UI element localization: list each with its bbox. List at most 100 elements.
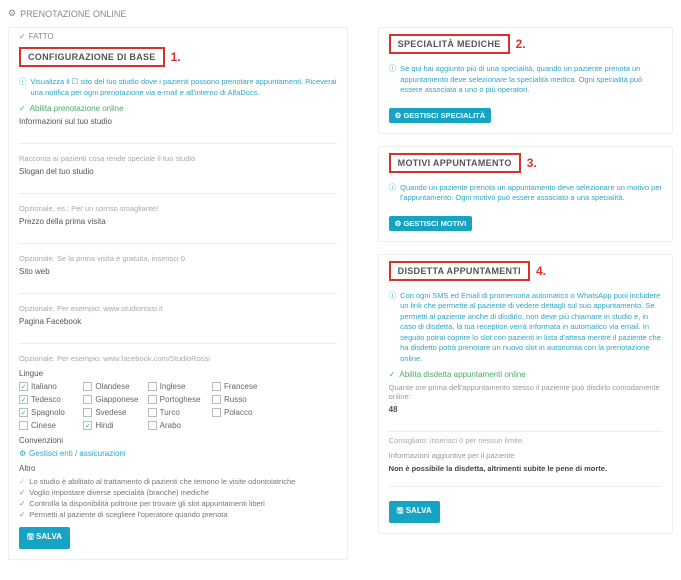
info-icon: ⓘ xyxy=(389,291,397,365)
info-icon: ⓘ xyxy=(19,77,27,98)
lang-label-tr: Turco xyxy=(160,408,180,417)
manage-motivi-button[interactable]: ⚙ GESTISCI MOTIVI xyxy=(389,216,473,231)
checkbox-icon xyxy=(148,421,157,430)
marker-3: 3. xyxy=(527,156,537,170)
enable-disdetta-label: Abilita disdetta appuntamenti online xyxy=(399,370,525,379)
save-button[interactable]: 🖫 SALVA xyxy=(19,527,70,549)
checkbox-icon xyxy=(83,408,92,417)
lang-italiano[interactable]: ✓Italiano xyxy=(19,382,79,391)
lang-tedesco[interactable]: ✓Tedesco xyxy=(19,395,79,404)
lang-label-hi: Hindi xyxy=(95,421,113,430)
disdetta-save-label: SALVA xyxy=(406,506,432,515)
lang-spagnolo[interactable]: ✓Spagnolo xyxy=(19,408,79,417)
spec-info-text: Se qui hai aggiunto più di una specialit… xyxy=(400,64,662,96)
other-item-text: Lo studio è abilitato al trattamento di … xyxy=(29,477,295,486)
info-icon: ⓘ xyxy=(389,183,397,204)
lang-svedese[interactable]: Svedese xyxy=(83,408,143,417)
disdetta-save-button[interactable]: 🖫 SALVA xyxy=(389,501,440,523)
checkbox-icon xyxy=(212,408,221,417)
check-icon: ✓ xyxy=(389,370,396,379)
lang-inglese[interactable]: Inglese xyxy=(148,382,208,391)
check-icon: ✓ xyxy=(19,488,25,497)
lang-label-ja: Giapponese xyxy=(95,395,138,404)
check-icon: ✓ xyxy=(19,510,25,519)
lang-label-sv: Svedese xyxy=(95,408,126,417)
other-item-2[interactable]: ✓ Controlla la disponibilità poltrone per… xyxy=(19,499,337,508)
lang-hindi[interactable]: ✓Hindi xyxy=(83,421,143,430)
disdetta-info: ⓘ Con ogni SMS ed Email di promemoria au… xyxy=(389,291,662,365)
disdetta-title: DISDETTA APPUNTAMENTI xyxy=(389,261,530,281)
hint-opt3: Opzionale. Per esempio: www.studiorossi.… xyxy=(19,304,337,313)
extra-note: Non è possibile la disdetta, altrimenti … xyxy=(389,464,662,473)
check-icon: ✓ xyxy=(19,32,26,41)
extra-field-line xyxy=(389,477,662,487)
enable-disdetta-toggle[interactable]: ✓ Abilita disdetta appuntamenti online xyxy=(389,370,662,379)
disdetta-info-text: Con ogni SMS ed Email di promemoria auto… xyxy=(400,291,662,365)
lang-label-pt: Portoghese xyxy=(160,395,201,404)
studio-info-field[interactable] xyxy=(19,134,337,144)
config-info: ⓘ Visualizza il ☐ sito del tuo studio do… xyxy=(19,77,337,98)
config-info-text: Visualizza il ☐ sito del tuo studio dove… xyxy=(31,77,337,98)
check-icon: ✓ xyxy=(19,477,25,486)
slogan-label: Slogan del tuo studio xyxy=(19,167,337,176)
hours-field-line xyxy=(389,422,662,432)
motivi-title: MOTIVI APPUNTAMENTO xyxy=(389,153,521,173)
other-checklist: ✓ Lo studio è abilitato al trattamento di… xyxy=(19,477,337,519)
lang-cinese[interactable]: Cinese xyxy=(19,421,79,430)
hint-special: Racconta ai pazienti cosa rende speciale… xyxy=(19,154,337,163)
enable-booking-toggle[interactable]: ✓ Abilita prenotazione online xyxy=(19,104,337,113)
checkbox-icon xyxy=(83,395,92,404)
other-item-1[interactable]: ✓Voglio impostare diverse specialità (br… xyxy=(19,488,337,497)
hours-value[interactable]: 48 xyxy=(389,405,662,414)
lang-label-ru: Russo xyxy=(224,395,247,404)
other-item-text: Controlla la disponibilità poltrone per … xyxy=(29,499,265,508)
checkbox-icon: ✓ xyxy=(19,408,28,417)
enable-booking-label: Abilita prenotazione online xyxy=(30,104,124,113)
other-item-0[interactable]: ✓ Lo studio è abilitato al trattamento di… xyxy=(19,477,337,486)
lang-arabo[interactable]: Arabo xyxy=(148,421,208,430)
spec-panel: SPECIALITÀ MEDICHE 2. ⓘ Se qui hai aggiu… xyxy=(378,27,673,134)
website-field[interactable] xyxy=(19,284,337,294)
checkbox-icon xyxy=(19,421,28,430)
marker-1: 1. xyxy=(171,50,181,64)
lang-label-nl: Olandese xyxy=(95,382,129,391)
facebook-field[interactable] xyxy=(19,334,337,344)
check-icon: ✓ xyxy=(19,499,25,508)
lang-label: Lingue xyxy=(19,369,337,378)
lang-portoghese[interactable]: Portoghese xyxy=(148,395,208,404)
checkbox-icon: ✓ xyxy=(19,382,28,391)
first-visit-field[interactable] xyxy=(19,234,337,244)
other-item-3[interactable]: ✓ Permetti al paziente di scegliere l'ope… xyxy=(19,510,337,519)
checkbox-icon xyxy=(148,382,157,391)
lang-olandese[interactable]: Olandese xyxy=(83,382,143,391)
page-title-text: PRENOTAZIONE ONLINE xyxy=(20,9,126,19)
marker-2: 2. xyxy=(516,37,526,51)
slogan-field[interactable] xyxy=(19,184,337,194)
conv-link[interactable]: ⚙ Gestisci enti / assicurazioni xyxy=(19,449,337,458)
lang-turco[interactable]: Turco xyxy=(148,408,208,417)
other-item-text: Permetti al paziente di scegliere l'oper… xyxy=(29,510,227,519)
studio-info-label: Informazioni sul tuo studio xyxy=(19,117,337,126)
lang-label-fr: Francese xyxy=(224,382,257,391)
hours-hint: Consigliato: inserisci 0 per nessun limi… xyxy=(389,436,662,445)
manage-spec-label: GESTISCI SPECIALITÀ xyxy=(403,111,485,120)
config-panel: ✓ FATTO CONFIGURAZIONE DI BASE 1. ⓘ Visu… xyxy=(8,27,348,560)
conv-link-text: Gestisci enti / assicurazioni xyxy=(29,449,125,458)
checkbox-icon xyxy=(148,408,157,417)
disdetta-panel: DISDETTA APPUNTAMENTI 4. ⓘ Con ogni SMS … xyxy=(378,254,673,535)
lang-giapponese[interactable]: Giapponese xyxy=(83,395,143,404)
gear-icon: ⚙ xyxy=(19,449,26,458)
lang-polacco[interactable]: Polacco xyxy=(212,408,272,417)
lang-russo[interactable]: Russo xyxy=(212,395,272,404)
done-bar: ✓ FATTO xyxy=(9,28,347,41)
checkbox-icon xyxy=(83,382,92,391)
lang-label-en: Inglese xyxy=(160,382,186,391)
info-icon: ⓘ xyxy=(389,64,397,96)
config-title: CONFIGURAZIONE DI BASE xyxy=(19,47,165,67)
lang-label-it: Italiano xyxy=(31,382,57,391)
lang-francese[interactable]: Francese xyxy=(212,382,272,391)
manage-motivi-label: GESTISCI MOTIVI xyxy=(403,219,466,228)
lang-grid: ✓Italiano Olandese Inglese Francese ✓Ted… xyxy=(19,382,337,430)
marker-4: 4. xyxy=(536,264,546,278)
manage-spec-button[interactable]: ⚙ GESTISCI SPECIALITÀ xyxy=(389,108,492,123)
